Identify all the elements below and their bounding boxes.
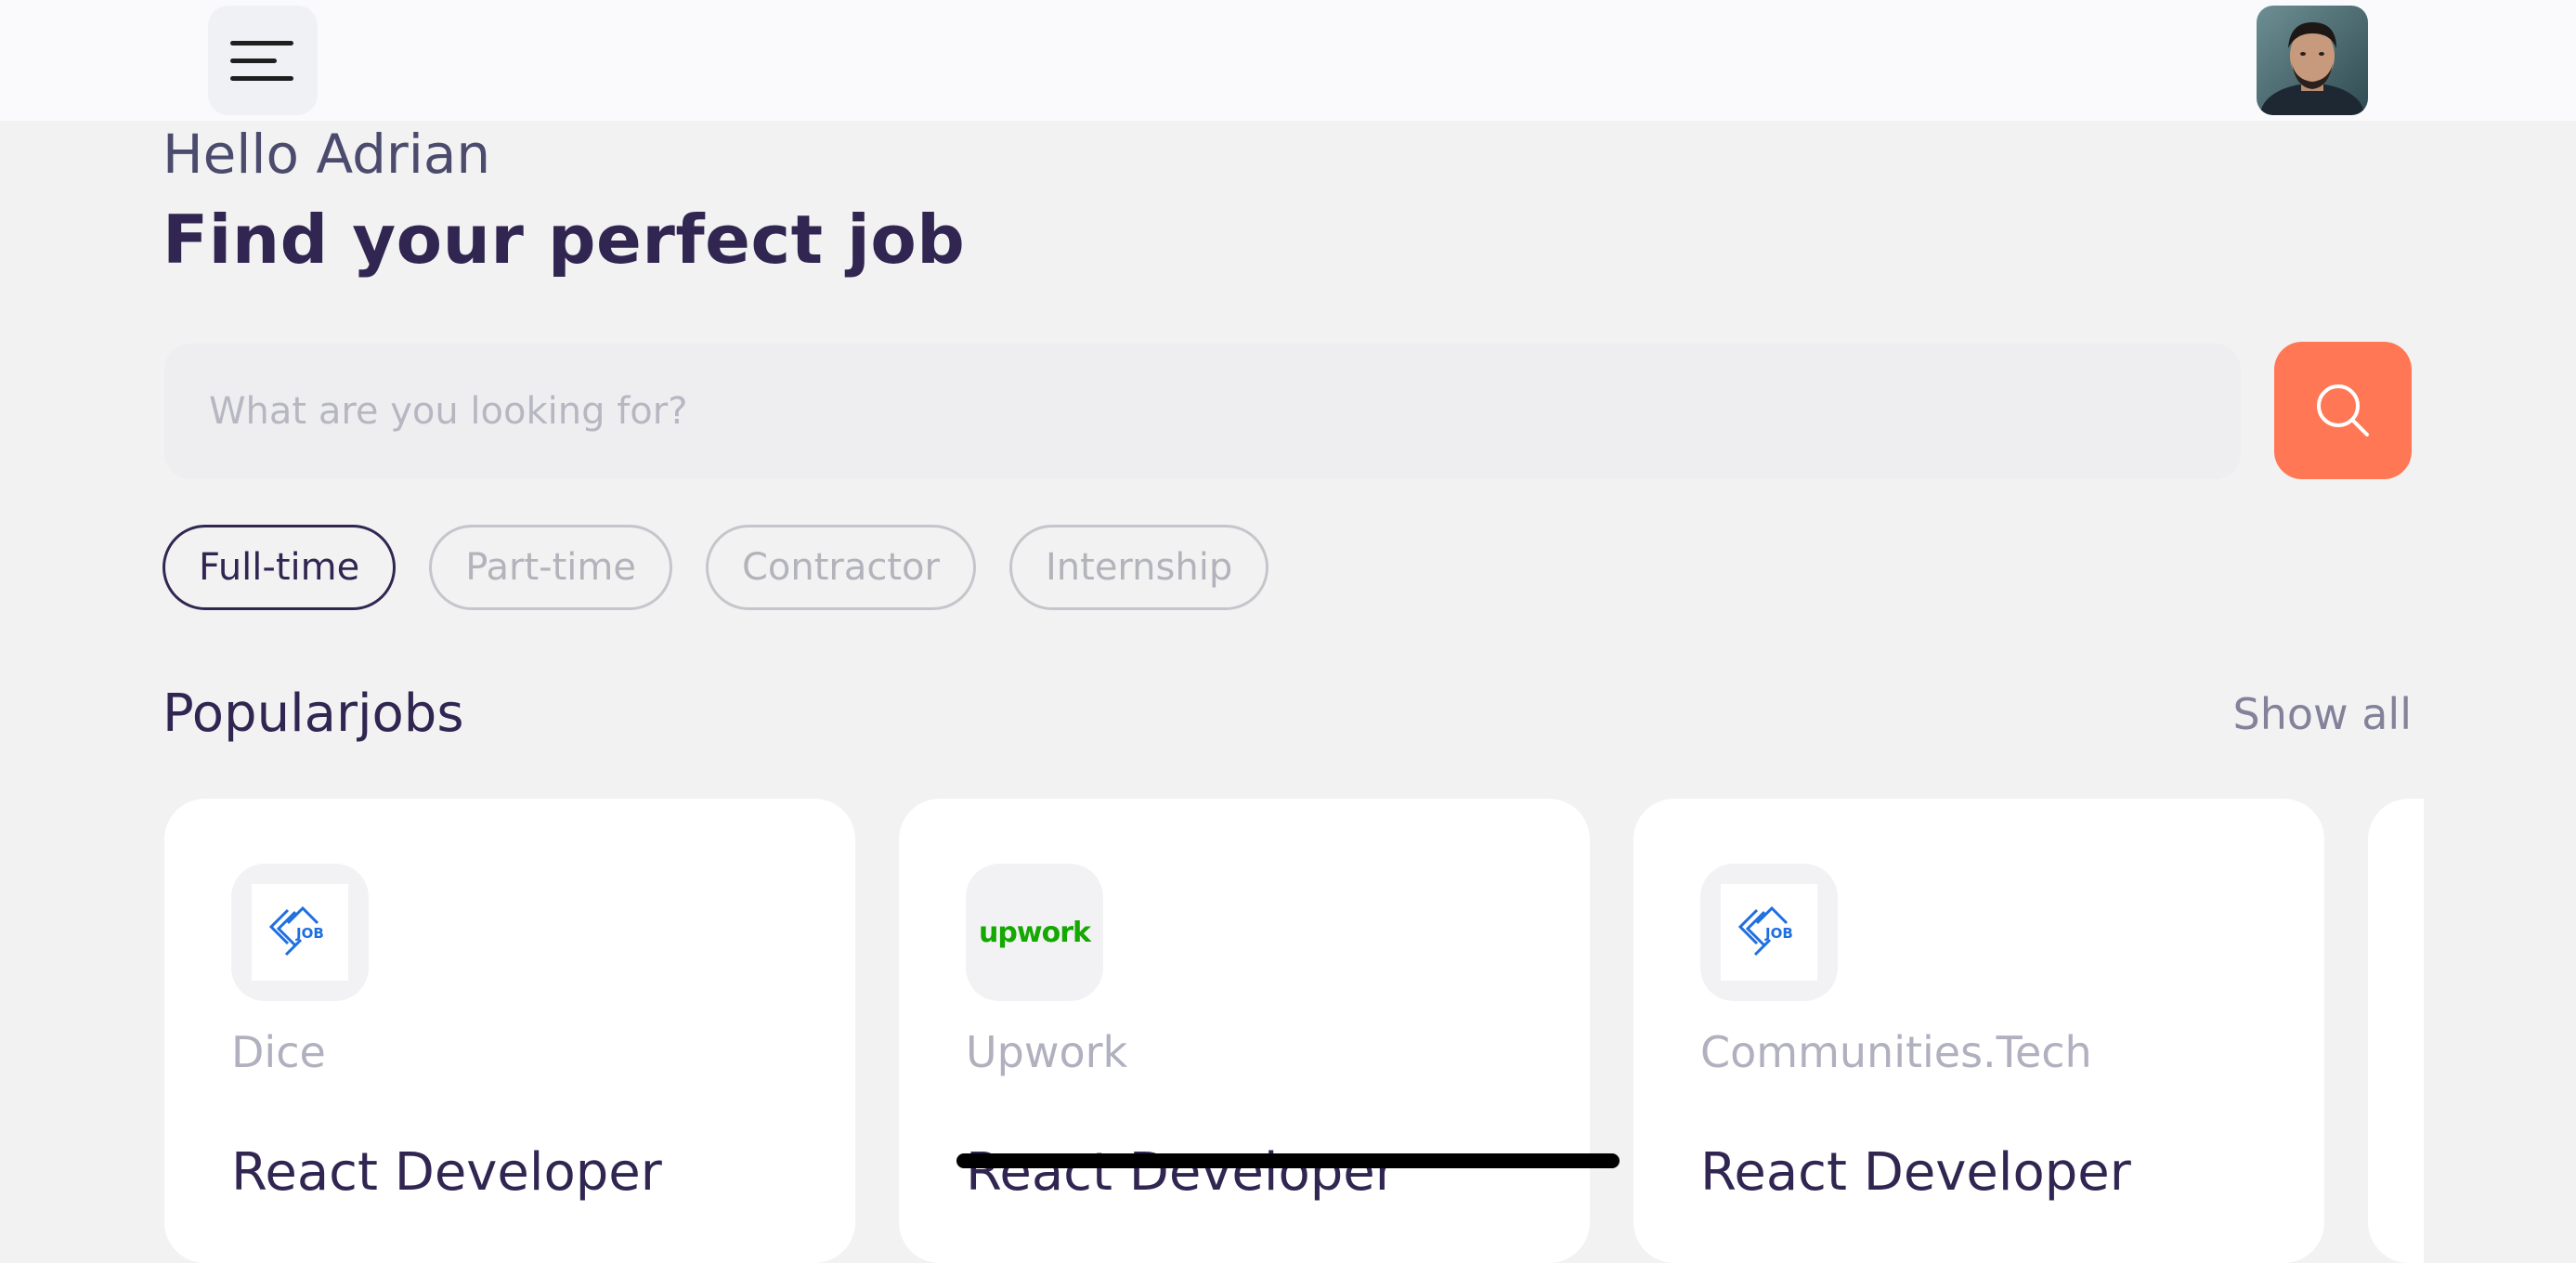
tab-internship[interactable]: Internship (1008, 525, 1269, 610)
company-name: Communities.Tech (1700, 1027, 2092, 1077)
hamburger-menu-icon (230, 40, 293, 46)
search-icon (2317, 384, 2369, 436)
top-bar (0, 0, 2576, 121)
tab-part-time[interactable]: Part-time (429, 525, 672, 610)
home-indicator[interactable] (956, 1153, 1620, 1168)
menu-button[interactable] (208, 6, 318, 115)
popular-jobs-title: Popularjobs (163, 684, 464, 744)
company-logo-container: JOB (1700, 864, 1838, 1001)
dice-job-logo: JOB (252, 884, 348, 981)
svg-text:JOB: JOB (295, 925, 324, 942)
job-title: React Developer (231, 1142, 662, 1203)
hamburger-menu-icon (230, 75, 293, 81)
upwork-logo: upwork (979, 916, 1091, 949)
svg-text:JOB: JOB (1764, 925, 1793, 942)
tab-full-time[interactable]: Full-time (163, 525, 397, 610)
user-avatar[interactable] (2257, 6, 2368, 115)
avatar-image (2257, 6, 2368, 115)
job-title: React Developer (966, 1142, 1397, 1203)
hamburger-menu-icon (230, 58, 277, 63)
search-field[interactable] (164, 344, 2241, 479)
company-logo-container: upwork (966, 864, 1103, 1001)
company-name: Upwork (966, 1027, 1128, 1077)
job-card-partial[interactable] (2368, 799, 2424, 1263)
page-headline: Find your perfect job (163, 201, 966, 279)
company-name: Dice (231, 1027, 326, 1077)
job-type-tabs: Full-time Part-time Contractor Internshi… (163, 525, 1269, 610)
job-card[interactable]: upwork Upwork React Developer (899, 799, 1590, 1263)
search-button[interactable] (2274, 342, 2412, 479)
job-title: React Developer (1700, 1142, 2131, 1203)
job-card[interactable]: JOB Communities.Tech React Developer (1633, 799, 2324, 1263)
job-card[interactable]: JOB Dice React Developer (164, 799, 855, 1263)
greeting-text: Hello Adrian (163, 123, 491, 186)
dice-job-logo: JOB (1721, 884, 1817, 981)
tab-contractor[interactable]: Contractor (705, 525, 976, 610)
search-input[interactable] (207, 389, 2241, 434)
show-all-link[interactable]: Show all (2233, 689, 2413, 739)
company-logo-container: JOB (231, 864, 369, 1001)
